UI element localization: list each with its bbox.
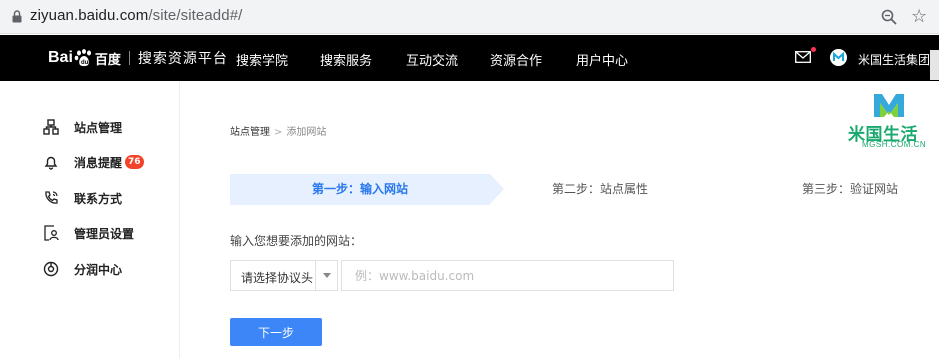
nav-item-academy[interactable]: 搜索学院 bbox=[236, 50, 288, 69]
step-2: 第二步：站点属性 bbox=[551, 182, 648, 196]
protocol-select-value: 请选择协议头 bbox=[241, 271, 314, 285]
browser-address-bar: ziyuan.baidu.com/site/siteadd#/ ☆ bbox=[0, 0, 939, 34]
breadcrumb-separator: > bbox=[274, 127, 283, 138]
sidebar-item-admin[interactable]: 管理员设置 bbox=[43, 223, 134, 243]
breadcrumb: 站点管理 > 添加网站 bbox=[230, 123, 326, 138]
sidebar-item-messages[interactable]: 消息提醒 76 bbox=[43, 152, 144, 172]
step-progress: 第一步：输入网站 第二步：站点属性 第三步：验证网站 bbox=[230, 174, 937, 205]
message-count-badge: 76 bbox=[125, 155, 144, 169]
sidebar-item-label: 消息提醒 bbox=[74, 155, 123, 170]
scrollbar[interactable] bbox=[930, 50, 939, 80]
logo-separator bbox=[128, 51, 130, 65]
breadcrumb-root[interactable]: 站点管理 bbox=[230, 127, 270, 138]
platform-title: 搜索资源平台 bbox=[137, 51, 228, 67]
step-1: 第一步：输入网站 bbox=[230, 174, 490, 205]
step-3: 第三步：验证网站 bbox=[801, 182, 898, 196]
admin-icon bbox=[44, 225, 59, 241]
site-url-input[interactable] bbox=[341, 260, 674, 291]
sidebar-item-revenue[interactable]: 分润中心 bbox=[43, 259, 122, 279]
logo-bai-text: Bai bbox=[48, 49, 73, 66]
brand-sub: MGSH.COM.CN bbox=[862, 140, 927, 149]
url-field[interactable]: ziyuan.baidu.com/site/siteadd#/ bbox=[30, 7, 242, 24]
step-1-arrow bbox=[490, 174, 504, 204]
sidebar-item-site-manage[interactable]: 站点管理 bbox=[43, 117, 122, 137]
site-manage-icon bbox=[43, 119, 59, 135]
site-field-label: 输入您想要添加的网站： bbox=[230, 234, 363, 248]
sidebar-item-label: 联系方式 bbox=[74, 191, 123, 206]
url-domain: ziyuan.baidu.com bbox=[30, 7, 149, 24]
revenue-icon bbox=[43, 261, 59, 277]
top-nav: Bai du 百度 搜索资源平台 搜索学院 搜索服务 互动交流 资源合作 用户中… bbox=[0, 35, 939, 81]
url-path: /site/siteadd#/ bbox=[148, 7, 243, 24]
user-name[interactable]: 米国生活集团 bbox=[858, 51, 930, 68]
next-step-button[interactable]: 下一步 bbox=[230, 318, 322, 346]
logo-du-text: 百度 bbox=[94, 52, 121, 68]
zoom-icon[interactable] bbox=[880, 8, 898, 26]
nav-item-services[interactable]: 搜索服务 bbox=[320, 50, 372, 69]
nav-item-cooperation[interactable]: 资源合作 bbox=[490, 50, 542, 69]
bell-icon bbox=[44, 156, 58, 170]
baidu-logo[interactable]: Bai du 百度 搜索资源平台 bbox=[48, 47, 228, 69]
sidebar: 站点管理 消息提醒 76 联系方式 管理员设置 分润中心 bbox=[0, 81, 180, 358]
breadcrumb-current: 添加网站 bbox=[286, 127, 327, 138]
user-avatar[interactable] bbox=[830, 49, 847, 66]
lock-icon bbox=[12, 10, 22, 23]
nav-item-community[interactable]: 互动交流 bbox=[406, 50, 458, 69]
baidu-paw-icon: du bbox=[74, 49, 91, 67]
mail-notification-dot bbox=[811, 47, 816, 52]
mail-icon[interactable] bbox=[795, 51, 811, 63]
bookmark-star-icon[interactable]: ☆ bbox=[911, 6, 927, 27]
chevron-down-icon bbox=[323, 273, 331, 278]
select-divider bbox=[315, 261, 316, 290]
sidebar-item-label: 管理员设置 bbox=[74, 226, 135, 241]
sidebar-item-label: 站点管理 bbox=[74, 120, 123, 135]
phone-icon bbox=[45, 191, 58, 204]
sidebar-item-contact[interactable]: 联系方式 bbox=[43, 188, 122, 208]
protocol-select[interactable]: 请选择协议头 bbox=[230, 260, 338, 291]
sidebar-item-label: 分润中心 bbox=[74, 262, 123, 277]
nav-item-user-center[interactable]: 用户中心 bbox=[576, 50, 628, 69]
svg-text:du: du bbox=[81, 60, 89, 66]
